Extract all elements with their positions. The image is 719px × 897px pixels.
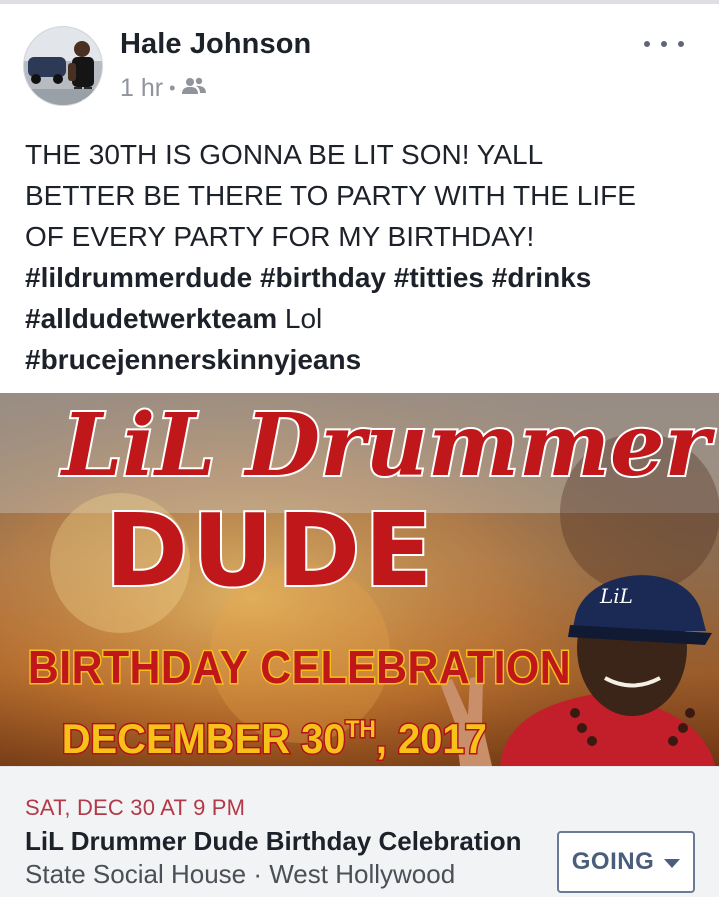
friends-icon[interactable] [181, 74, 207, 103]
banner-date-sup: TH [345, 715, 375, 742]
event-cover-image[interactable]: LiL LiL Drummer DUDE BIRTHDAY CELEBRATIO… [0, 393, 719, 766]
banner-date-main: DECEMBER 30 [62, 715, 346, 762]
hashtag[interactable]: #brucejennerskinnyjeans [25, 339, 695, 380]
svg-text:DECEMBER 30TH, 2017: DECEMBER 30TH, 2017 [62, 715, 487, 762]
post-text-line: THE 30TH IS GONNA BE LIT SON! YALL [25, 139, 544, 170]
more-options-icon[interactable] [644, 32, 684, 56]
author-name[interactable]: Hale Johnson [120, 28, 311, 61]
banner-title-line-2: DUDE [105, 492, 437, 609]
going-button[interactable]: GOING [557, 831, 695, 893]
hashtag[interactable]: #alldudetwerkteam [25, 303, 277, 334]
hat-logo-text: LiL [599, 584, 633, 608]
post-time[interactable]: 1 hr [120, 74, 163, 103]
caret-down-icon [664, 859, 681, 868]
meta-separator: • [169, 77, 176, 98]
banner-date: DECEMBER 30TH, 2017 [60, 714, 488, 764]
post-header: Hale Johnson 1 hr • [0, 0, 719, 120]
post-text-line: Lol [277, 303, 323, 334]
post-text-line: BETTER BE THERE TO PARTY WITH THE LIFE [25, 180, 636, 211]
banner-subtitle: BIRTHDAY CELEBRATION [28, 643, 571, 694]
event-title[interactable]: LiL Drummer Dude Birthday Celebration [25, 826, 522, 857]
event-card[interactable]: SAT, DEC 30 AT 9 PM LiL Drummer Dude Bir… [0, 766, 719, 897]
post-text-line: OF EVERY PARTY FOR MY BIRTHDAY! [25, 221, 535, 252]
going-button-label: GOING [571, 848, 655, 875]
author-avatar[interactable] [23, 26, 103, 106]
event-date: SAT, DEC 30 AT 9 PM [25, 795, 246, 820]
post-text: THE 30TH IS GONNA BE LIT SON! YALL BETTE… [25, 134, 695, 380]
banner-title-line-1: LiL Drummer [59, 395, 716, 496]
post-meta: 1 hr • [120, 73, 207, 103]
event-location: State Social House · West Hollywood [25, 859, 456, 889]
hashtag-line[interactable]: #lildrummerdude #birthday #titties #drin… [25, 257, 695, 298]
banner-date-year: , 2017 [376, 715, 487, 762]
